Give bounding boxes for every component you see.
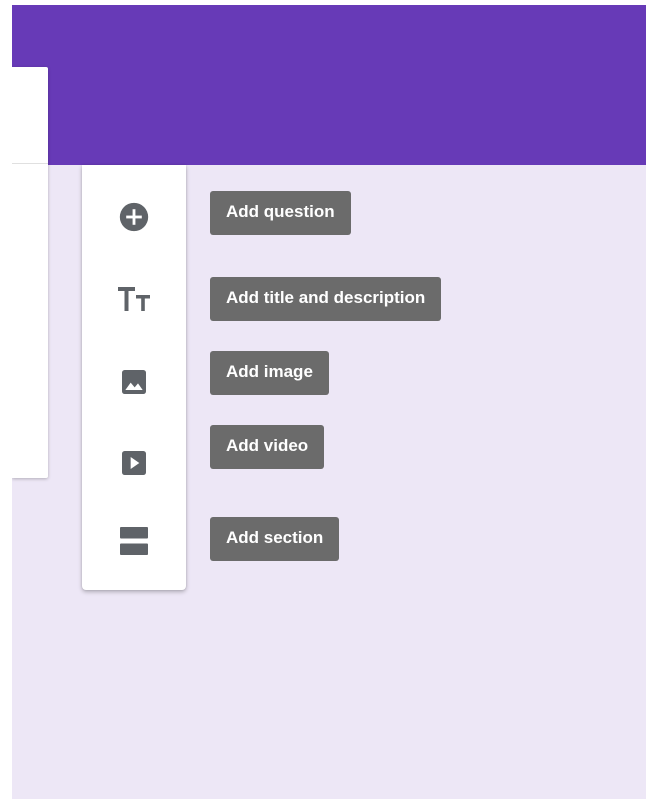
floating-toolbar: [82, 165, 186, 590]
form-editor-page: Add question Add title and description A…: [12, 5, 646, 799]
video-icon: [122, 451, 146, 475]
add-title-button[interactable]: [82, 271, 186, 327]
add-title-tooltip: Add title and description: [210, 277, 442, 321]
add-video-button[interactable]: [82, 435, 186, 491]
theme-header: [12, 5, 646, 165]
add-question-button[interactable]: [82, 189, 186, 245]
image-icon: [122, 370, 146, 394]
section-icon: [120, 527, 148, 555]
add-video-tooltip: Add video: [210, 425, 325, 469]
add-section-tooltip: Add section: [210, 517, 340, 561]
form-card[interactable]: [12, 67, 48, 478]
title-icon: [118, 287, 150, 311]
add-circle-icon: [119, 202, 149, 232]
add-image-tooltip: Add image: [210, 351, 329, 395]
add-section-button[interactable]: [82, 513, 186, 569]
card-divider: [12, 163, 48, 164]
add-question-tooltip: Add question: [210, 191, 351, 235]
add-image-button[interactable]: [82, 354, 186, 410]
